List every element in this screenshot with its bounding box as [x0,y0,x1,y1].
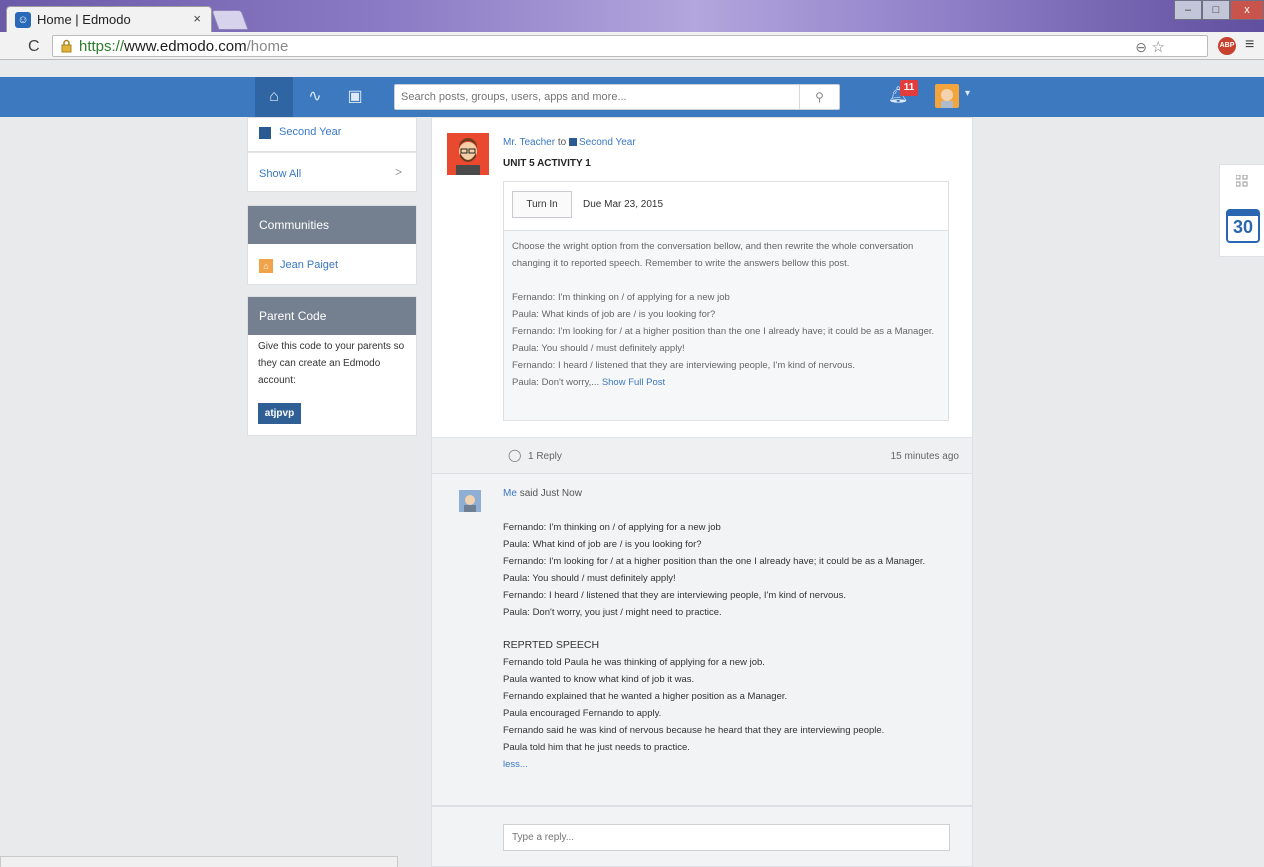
reply-comment: Me said Just Now Fernando: I'm thinking … [431,474,973,806]
parent-code-card: Parent Code Give this code to your paren… [247,296,417,436]
search-input[interactable] [401,88,791,106]
search-box: ⚲ [394,84,840,110]
status-bar [0,856,398,867]
address-bar[interactable]: https://www.edmodo.com/home ⊖ ☆ [52,35,1208,57]
browser-tab[interactable]: ☺ Home | Edmodo × [6,6,212,32]
comment-line: Paula: What kind of job are / is you loo… [503,539,702,550]
comment-line: Paula encouraged Fernando to apply. [503,708,662,719]
comment-line: Fernando explained that he wanted a high… [503,691,788,702]
window-close-button[interactable]: x [1230,0,1264,20]
reply-input[interactable] [503,824,950,851]
tab-close-icon[interactable]: × [193,11,201,26]
backpack-icon[interactable]: ▣ [345,87,365,107]
group-color-icon [568,138,577,146]
assignment-line: Fernando: I heard / listened that they a… [512,360,855,371]
assignment-box: Turn In Due Mar 23, 2015 Choose the wrig… [503,181,949,421]
reload-icon[interactable]: C [28,38,40,56]
parent-code-description: Give this code to your parents so they c… [258,341,405,386]
post-timestamp: 15 minutes ago [890,451,959,462]
assignment-description: Choose the wright option from the conver… [504,231,948,420]
calendar-icon[interactable]: 30 [1226,209,1260,243]
post-to-word: to [557,137,567,148]
search-icon[interactable]: ⚲ [799,85,839,109]
apps-grid-icon[interactable] [1236,175,1248,187]
teacher-face-icon [456,138,480,175]
assignment-instructions: Choose the wright option from the conver… [512,241,914,269]
comment-line: Paula: Don't worry, you just / might nee… [503,607,722,618]
lock-icon [61,39,72,53]
due-date: Due Mar 23, 2015 [583,199,664,210]
post-group-link[interactable]: Second Year [579,137,636,148]
communities-card: Communities ⌂ Jean Paiget [247,205,417,285]
post-author-link[interactable]: Mr. Teacher [503,137,555,148]
assignment-line: Paula: What kinds of job are / is you lo… [512,309,716,320]
less-link[interactable]: less... [503,756,953,773]
window-maximize-button[interactable]: □ [1202,0,1230,20]
browser-menu-icon[interactable]: ≡ [1245,36,1254,54]
window-minimize-button[interactable]: – [1174,0,1202,20]
comment-line: Fernando said he was kind of nervous bec… [503,725,885,736]
activity-icon[interactable]: ∿ [305,87,325,107]
communities-title: Communities [248,206,416,244]
assignment-post: Mr. Teacher to Second Year UNIT 5 ACTIVI… [431,117,973,437]
commenter-avatar[interactable] [459,490,481,512]
zoom-icon[interactable]: ⊖ [1135,39,1147,56]
notification-badge[interactable]: 11 [900,80,918,96]
comment-line: Fernando: I'm thinking on / of applying … [503,522,721,533]
post-title: UNIT 5 ACTIVITY 1 [503,158,591,169]
comment-author-link[interactable]: Me [503,488,517,499]
turn-in-button[interactable]: Turn In [512,191,572,218]
show-all-groups[interactable]: Show All > [247,152,417,192]
group-label[interactable]: Second Year [279,126,341,138]
comment-heading: REPRTED SPEECH [503,639,600,651]
assignment-line: Paula: You should / must definitely appl… [512,343,685,354]
assignment-line: Fernando: I'm looking for / at a higher … [512,326,935,337]
home-icon[interactable]: ⌂ [264,87,284,107]
assignment-line: Paula: Don't worry,... Show Full Post [512,377,666,388]
browser-toolbar: C https://www.edmodo.com/home ⊖ ☆ ABP ≡ [0,32,1264,60]
reply-bar: ◯ 1 Reply 15 minutes ago [431,437,973,474]
bookmark-star-icon[interactable]: ☆ [1152,38,1165,56]
edmodo-favicon-icon: ☺ [15,12,31,28]
comment-line: Fernando: I heard / listened that they a… [503,590,846,601]
reply-count-link[interactable]: 1 Reply [528,451,562,462]
comment-body: Fernando: I'm thinking on / of applying … [503,519,953,773]
parent-code-value: atjpvp [258,403,301,424]
side-widget: 30 [1219,164,1264,257]
calendar-ring [1228,209,1258,216]
calendar-day: 30 [1232,217,1254,237]
adblock-plus-icon[interactable]: ABP [1218,37,1236,55]
show-full-post-link[interactable]: Show Full Post [602,377,665,388]
browser-tab-bar: ☺ Home | Edmodo × – □ x [0,0,1264,32]
chevron-right-icon: > [394,165,402,179]
reply-bubble-icon[interactable]: ◯ [508,448,521,462]
group-color-icon [259,127,271,139]
chevron-down-icon[interactable]: ▾ [965,88,970,99]
assignment-line: Fernando: I'm thinking on / of applying … [512,292,730,303]
teacher-avatar[interactable] [447,133,489,175]
comment-meta: Me said Just Now [503,488,582,499]
comment-line: Paula: You should / must definitely appl… [503,573,676,584]
comment-line: Paula wanted to know what kind of job it… [503,674,695,685]
avatar-face-icon [941,89,953,108]
parent-code-title: Parent Code [248,297,416,335]
community-link[interactable]: Jean Paiget [280,259,338,271]
comment-line: Paula told him that he just needs to pra… [503,742,690,753]
comment-line: Fernando: I'm looking for / at a higher … [503,556,926,567]
new-tab-button[interactable] [211,10,249,30]
post-meta: Mr. Teacher to Second Year [503,137,636,148]
comment-time: said Just Now [519,488,582,499]
comment-line: Fernando told Paula he was thinking of a… [503,657,765,668]
reply-form [431,806,973,867]
sidebar-group-second-year[interactable]: Second Year [247,117,417,152]
tab-title: Home | Edmodo [37,12,131,27]
url-text: https://www.edmodo.com/home [79,38,289,55]
turn-in-row: Turn In Due Mar 23, 2015 [504,182,948,231]
community-icon: ⌂ [259,259,273,273]
show-all-label[interactable]: Show All [259,168,301,180]
user-avatar[interactable] [935,84,959,108]
edmodo-top-nav: ⌂ ∿ ▣ ⚲ 🔔︎ 11 ▾ [0,61,1264,117]
commenter-face-icon [464,495,476,512]
